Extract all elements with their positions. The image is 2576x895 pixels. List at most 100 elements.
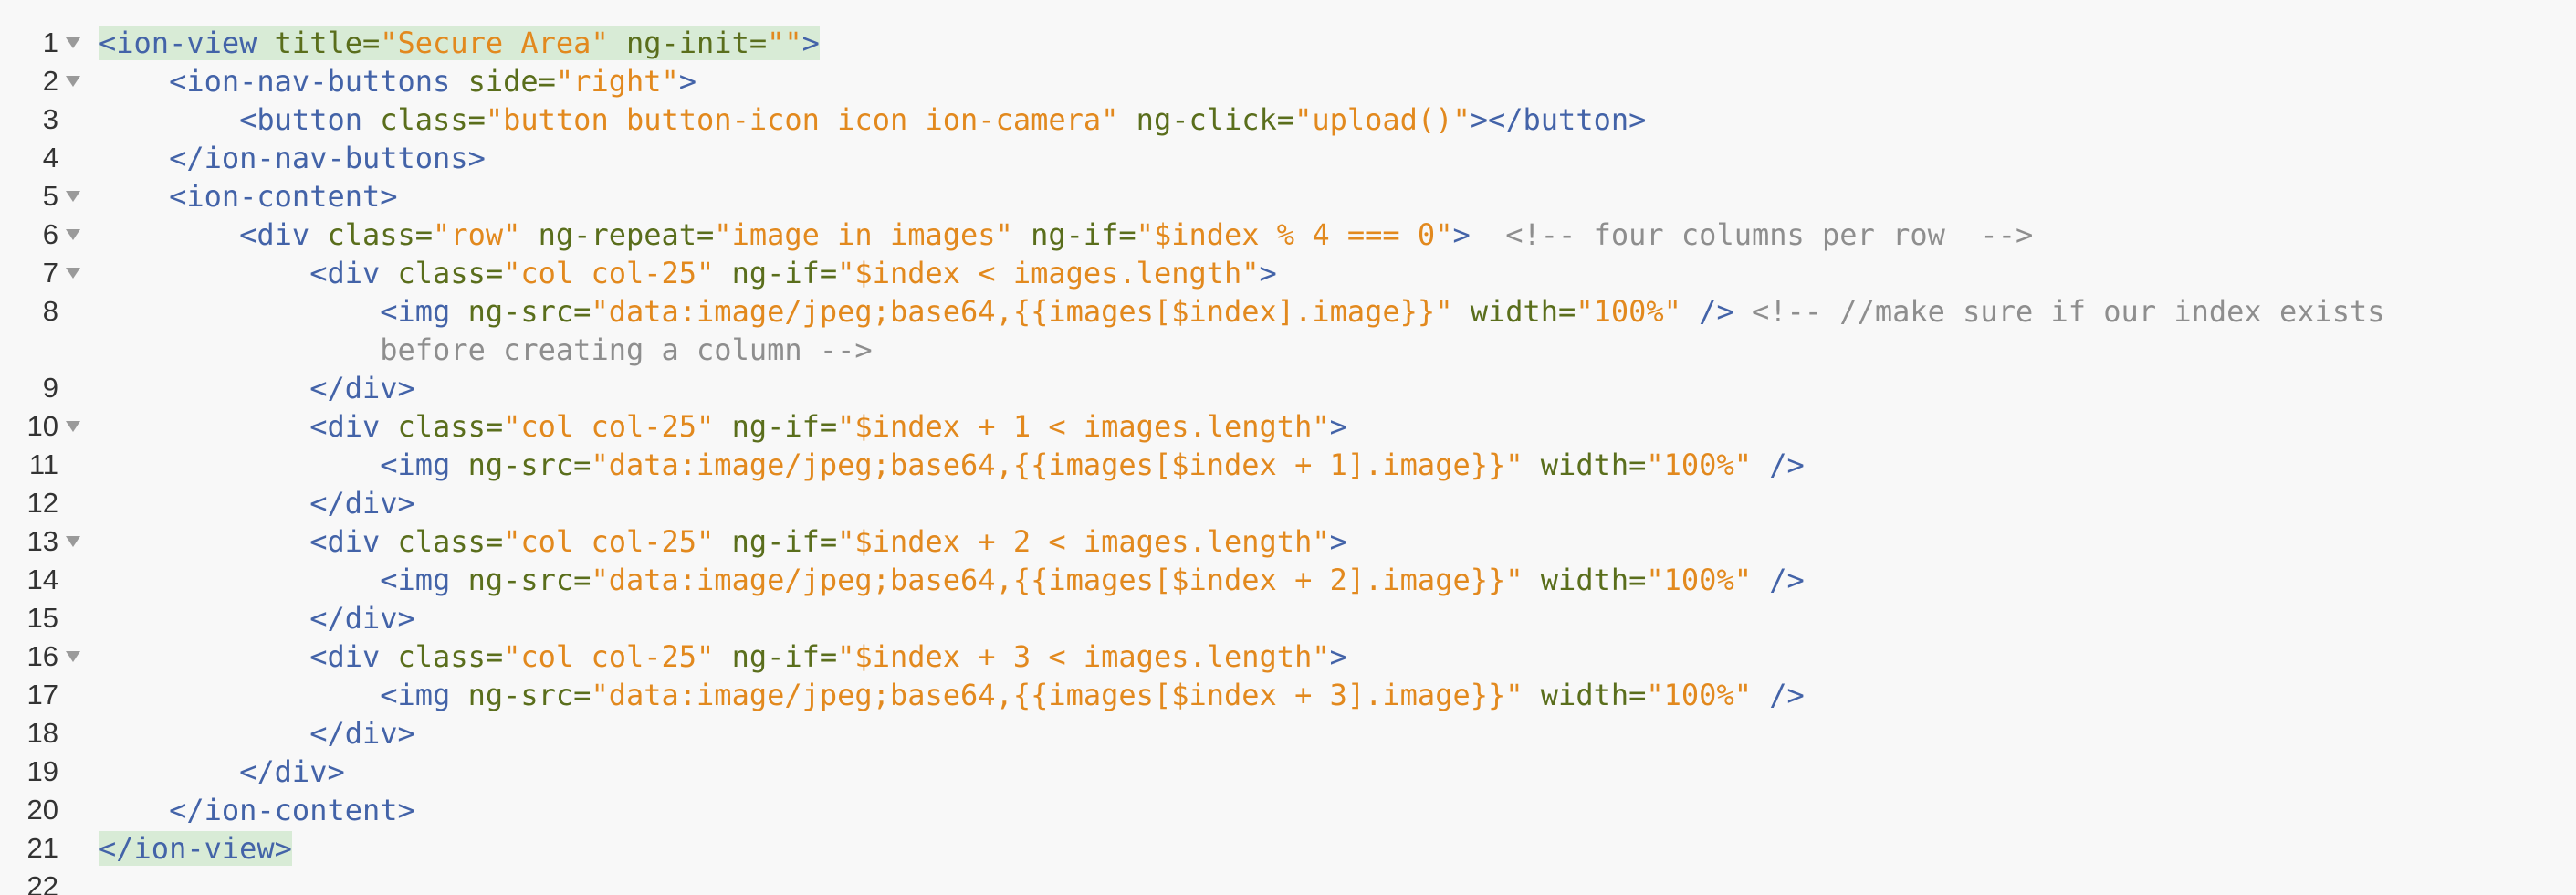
code-line[interactable]: 12 </div> bbox=[0, 484, 2576, 522]
code-token-tag: <ion-content> bbox=[99, 179, 398, 214]
line-gutter: 16 bbox=[0, 637, 95, 676]
code-token-str: "data:image/jpeg;base64,{{images[$index … bbox=[591, 678, 1524, 712]
code-line[interactable]: 14 <img ng-src="data:image/jpeg;base64,{… bbox=[0, 561, 2576, 599]
line-number: 4 bbox=[42, 142, 58, 174]
code-line[interactable]: 1 <ion-view title="Secure Area" ng-init="… bbox=[0, 24, 2576, 62]
line-gutter: 3 bbox=[0, 100, 95, 139]
code-token-tag bbox=[714, 639, 731, 674]
code-token-attr: ng-if= bbox=[731, 409, 838, 444]
code-token-tag: </div> bbox=[99, 754, 345, 789]
line-gutter: 19 bbox=[0, 753, 95, 791]
code-line[interactable]: 22 bbox=[0, 868, 2576, 895]
code-token-str: "Secure Area" bbox=[380, 26, 609, 60]
fold-arrow-icon[interactable] bbox=[66, 268, 80, 279]
code-token-attr: class= bbox=[397, 639, 504, 674]
code-line[interactable]: 5 <ion-content> bbox=[0, 177, 2576, 216]
line-number: 5 bbox=[42, 180, 58, 212]
code-token-tag: > bbox=[1259, 256, 1277, 290]
code-line[interactable]: 10 <div class="col col-25" ng-if="$index… bbox=[0, 407, 2576, 446]
line-number: 14 bbox=[26, 563, 58, 595]
code-token-attr: ng-src= bbox=[467, 678, 592, 712]
code-token-tag bbox=[520, 217, 538, 252]
fold-arrow-icon[interactable] bbox=[66, 37, 80, 48]
code-line[interactable]: 18 </div> bbox=[0, 714, 2576, 753]
code-line[interactable]: 13 <div class="col col-25" ng-if="$index… bbox=[0, 522, 2576, 561]
code-token-tag: <ion-view bbox=[99, 26, 257, 60]
code-line[interactable]: 20 </ion-content> bbox=[0, 791, 2576, 829]
line-gutter: 21 bbox=[0, 829, 95, 868]
code-token-tag: <img bbox=[99, 294, 468, 329]
code-token-tag: <div bbox=[99, 256, 398, 290]
code-token-attr: class= bbox=[397, 409, 504, 444]
code-text: <div class="col col-25" ng-if="$index + … bbox=[99, 637, 2554, 676]
code-token-str: "button button-icon icon ion-camera" bbox=[485, 102, 1119, 137]
code-line[interactable]: 19 </div> bbox=[0, 753, 2576, 791]
code-token-str: "col col-25" bbox=[503, 524, 715, 559]
code-text: </ion-content> bbox=[99, 791, 2554, 829]
code-line[interactable]: 7 <div class="col col-25" ng-if="$index … bbox=[0, 254, 2576, 292]
code-text: </div> bbox=[99, 753, 2554, 791]
code-line[interactable]: 3 <button class="button button-icon icon… bbox=[0, 100, 2576, 139]
code-token-tag: </div> bbox=[99, 601, 415, 636]
code-token-tag: </div> bbox=[99, 716, 415, 751]
code-token-str: "100%" bbox=[1576, 294, 1681, 329]
code-token-tag: /> bbox=[1681, 294, 1752, 329]
code-line[interactable]: 2 <ion-nav-buttons side="right"> bbox=[0, 62, 2576, 100]
code-text: <div class="col col-25" ng-if="$index + … bbox=[99, 407, 2554, 446]
code-token-attr: side= bbox=[467, 64, 556, 99]
code-text: <ion-nav-buttons side="right"> bbox=[99, 62, 2554, 100]
code-line[interactable]: 8 <img ng-src="data:image/jpeg;base64,{{… bbox=[0, 292, 2576, 369]
line-gutter: 20 bbox=[0, 791, 95, 829]
line-number: 17 bbox=[26, 679, 58, 711]
code-token-tag: ></button> bbox=[1470, 102, 1647, 137]
fold-arrow-icon[interactable] bbox=[66, 191, 80, 202]
code-line[interactable]: 4 </ion-nav-buttons> bbox=[0, 139, 2576, 177]
code-editor[interactable]: 1 <ion-view title="Secure Area" ng-init="… bbox=[0, 0, 2576, 895]
line-number: 20 bbox=[26, 794, 58, 826]
code-token-str: "data:image/jpeg;base64,{{images[$index]… bbox=[591, 294, 1453, 329]
line-gutter: 12 bbox=[0, 484, 95, 522]
code-token-attr: width= bbox=[1470, 294, 1576, 329]
code-token-str: "$index + 1 < images.length" bbox=[837, 409, 1330, 444]
code-line[interactable]: 11 <img ng-src="data:image/jpeg;base64,{… bbox=[0, 446, 2576, 484]
code-token-attr: ng-if= bbox=[731, 256, 838, 290]
code-token-tag: /> bbox=[1751, 448, 1805, 482]
code-line[interactable]: 17 <img ng-src="data:image/jpeg;base64,{… bbox=[0, 676, 2576, 714]
code-line[interactable]: 15 </div> bbox=[0, 599, 2576, 637]
code-text: </div> bbox=[99, 599, 2554, 637]
line-gutter: 13 bbox=[0, 522, 95, 561]
code-token-tag: <button bbox=[99, 102, 381, 137]
code-line[interactable]: 6 <div class="row" ng-repeat="image in i… bbox=[0, 216, 2576, 254]
code-token-tag: > bbox=[1329, 524, 1347, 559]
code-token-tag: <img bbox=[99, 678, 468, 712]
line-gutter: 1 bbox=[0, 24, 95, 62]
code-token-str: "100%" bbox=[1646, 563, 1752, 597]
code-token-str: "data:image/jpeg;base64,{{images[$index … bbox=[591, 563, 1524, 597]
code-token-attr: ng-repeat= bbox=[538, 217, 715, 252]
code-token-tag: </div> bbox=[99, 486, 415, 521]
code-token-str: "" bbox=[767, 26, 802, 60]
fold-arrow-icon[interactable] bbox=[66, 651, 80, 662]
line-number: 6 bbox=[42, 218, 58, 250]
fold-arrow-icon[interactable] bbox=[66, 536, 80, 547]
code-text: <button class="button button-icon icon i… bbox=[99, 100, 2554, 139]
code-line[interactable]: 16 <div class="col col-25" ng-if="$index… bbox=[0, 637, 2576, 676]
line-number: 1 bbox=[42, 26, 58, 58]
code-text: </div> bbox=[99, 369, 2554, 407]
code-token-tag: </ion-content> bbox=[99, 793, 415, 827]
fold-arrow-icon[interactable] bbox=[66, 421, 80, 432]
code-text: <img ng-src="data:image/jpeg;base64,{{im… bbox=[99, 446, 2554, 484]
code-token-tag: > bbox=[678, 64, 697, 99]
code-token-attr: ng-src= bbox=[467, 294, 592, 329]
code-token-tag: /> bbox=[1751, 678, 1805, 712]
fold-arrow-icon[interactable] bbox=[66, 76, 80, 87]
code-line[interactable]: 21 </ion-view> bbox=[0, 829, 2576, 868]
code-token-str: "col col-25" bbox=[503, 639, 715, 674]
fold-arrow-icon[interactable] bbox=[66, 229, 80, 240]
line-gutter: 7 bbox=[0, 254, 95, 292]
line-gutter: 17 bbox=[0, 676, 95, 714]
code-token-tag bbox=[714, 409, 731, 444]
code-line[interactable]: 9 </div> bbox=[0, 369, 2576, 407]
code-token-tag bbox=[1524, 448, 1541, 482]
code-token-tag: <div bbox=[99, 524, 398, 559]
